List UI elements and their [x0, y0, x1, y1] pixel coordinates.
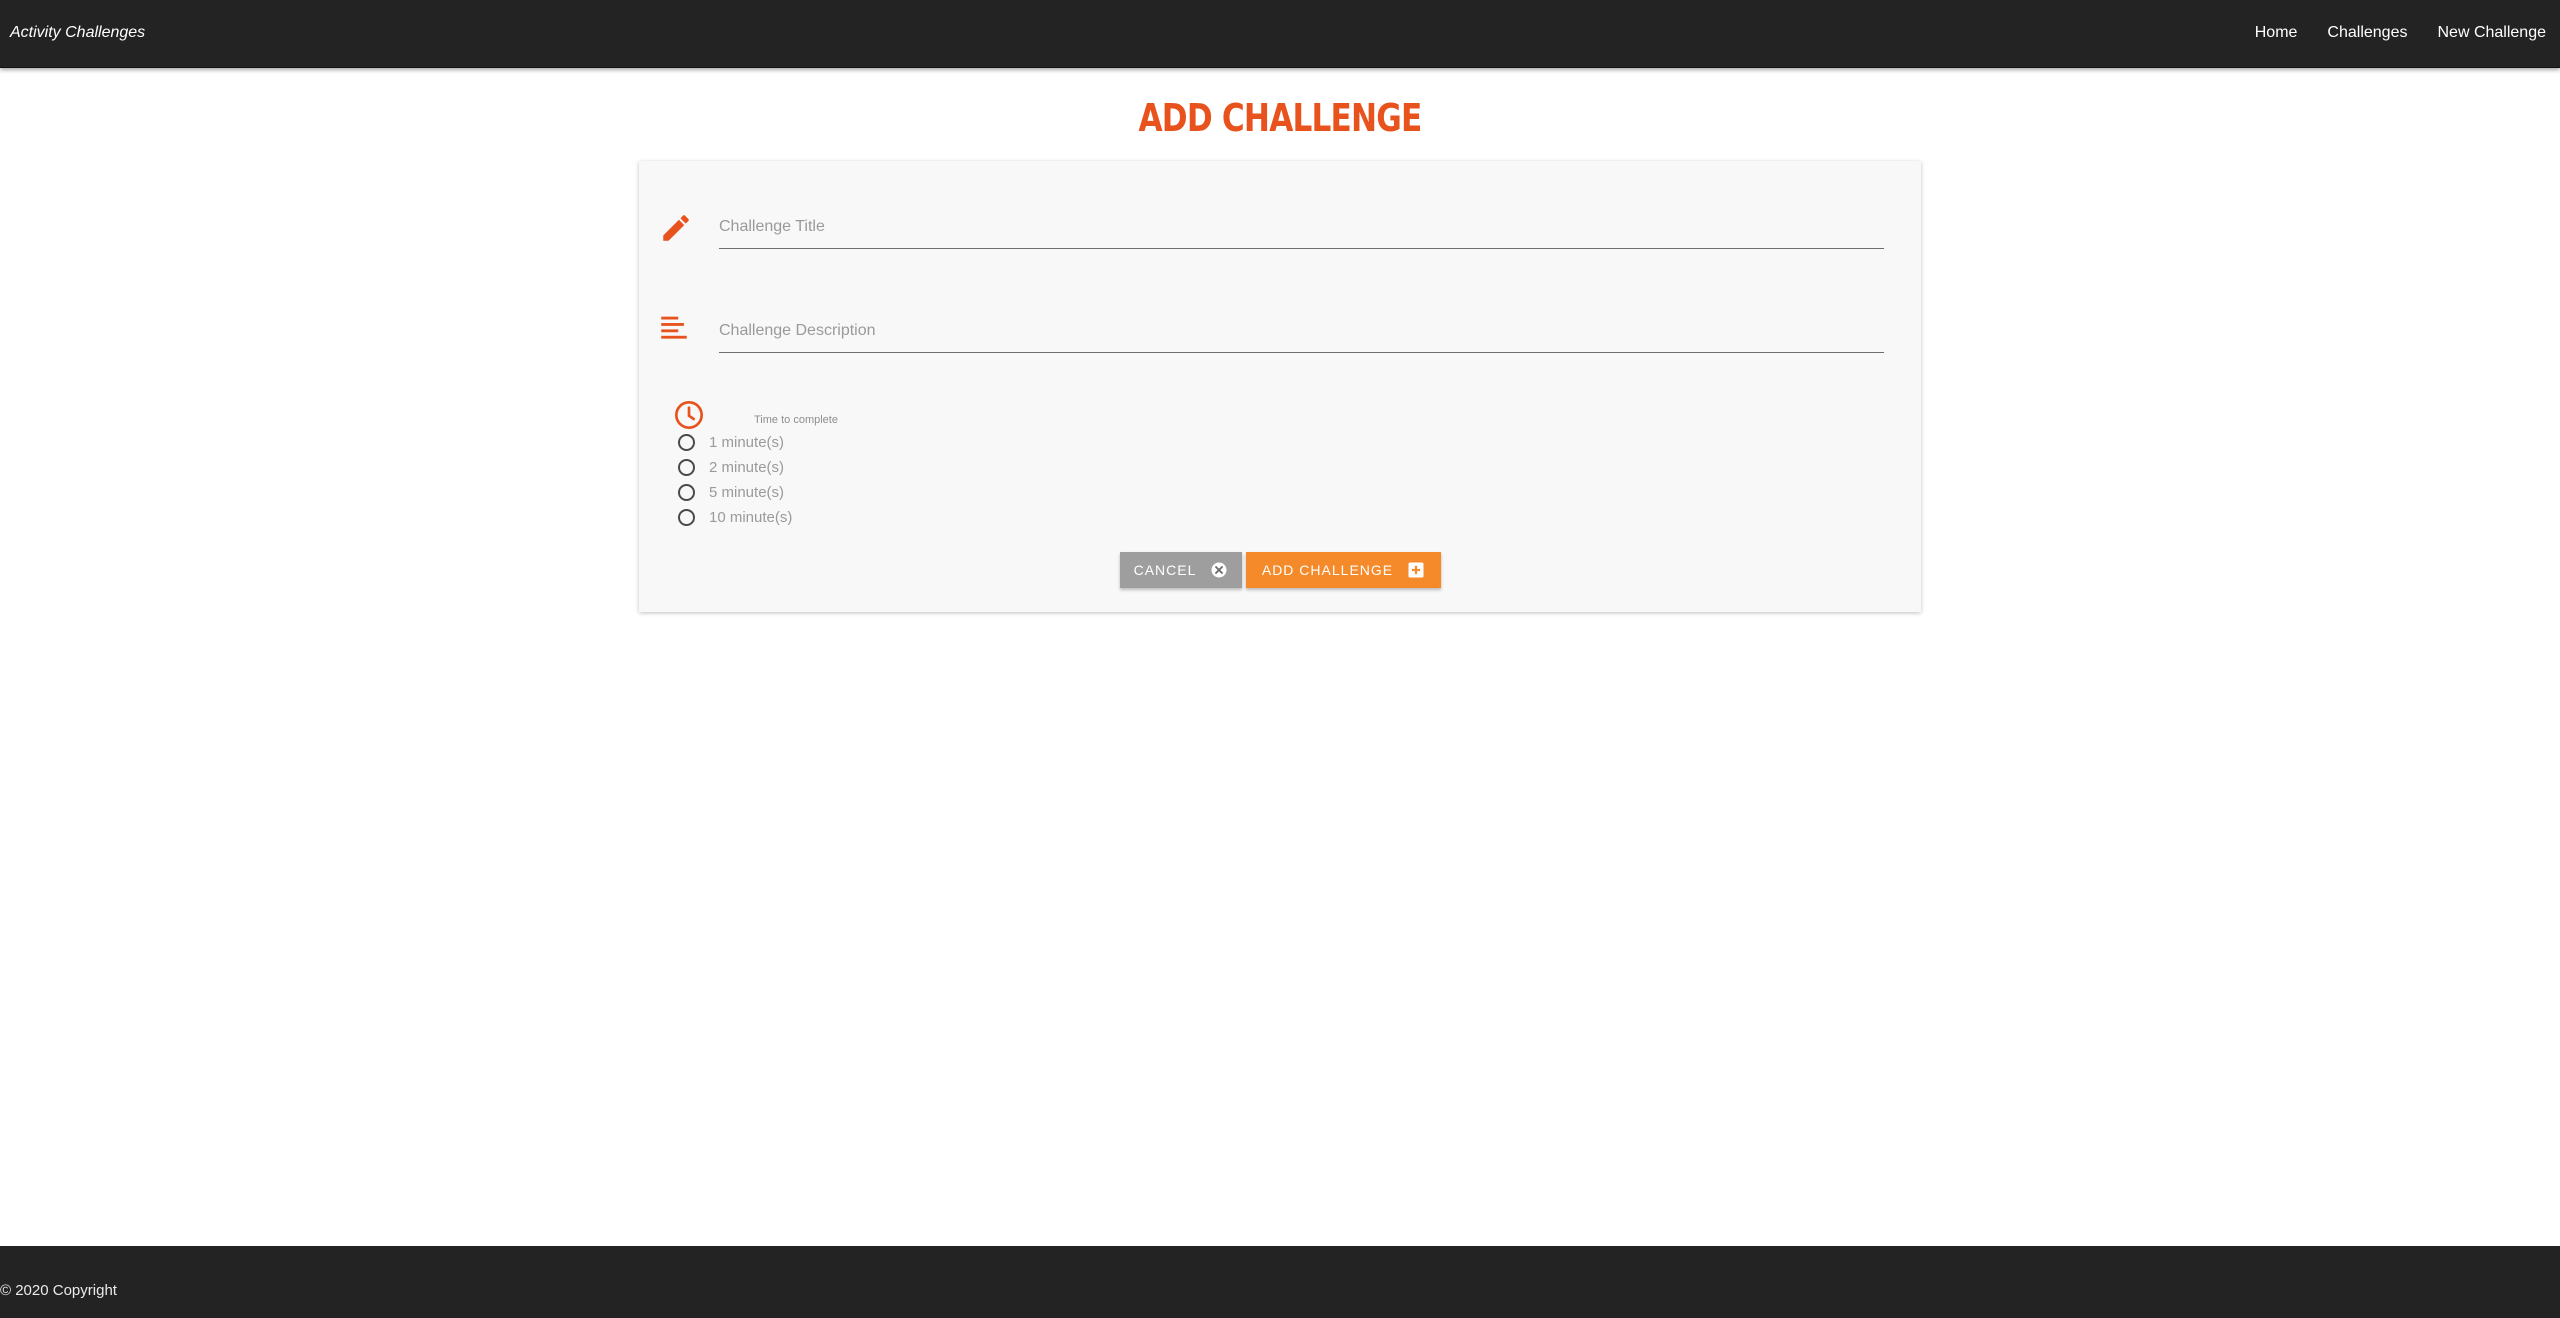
challenge-description-field	[719, 293, 1884, 353]
clock-icon	[673, 399, 707, 433]
time-option-5[interactable]: 5 minute(s)	[678, 484, 784, 501]
page-footer: © 2020 Copyright	[0, 1246, 2560, 1318]
radio-button[interactable]	[678, 459, 695, 476]
close-circle-icon	[1210, 561, 1228, 579]
time-option-10[interactable]: 10 minute(s)	[678, 509, 792, 526]
top-navbar: Activity Challenges Home Challenges New …	[0, 0, 2560, 68]
radio-button[interactable]	[678, 434, 695, 451]
footer-copyright: © 2020 Copyright	[0, 1282, 117, 1299]
add-challenge-button-label: ADD CHALLENGE	[1261, 562, 1394, 578]
nav-link-home[interactable]: Home	[2255, 24, 2298, 42]
add-challenge-form: Time to complete 1 minute(s) 2 minute(s)…	[639, 161, 1921, 612]
time-option-2[interactable]: 2 minute(s)	[678, 459, 784, 476]
cancel-button[interactable]: CANCEL	[1120, 552, 1242, 588]
time-to-complete-label: Time to complete	[754, 414, 838, 426]
challenge-title-field	[719, 189, 1884, 249]
radio-button[interactable]	[678, 484, 695, 501]
brand-title[interactable]: Activity Challenges	[10, 24, 145, 42]
nav-links: Home Challenges New Challenge	[2255, 24, 2546, 42]
add-challenge-button[interactable]: ADD CHALLENGE	[1246, 552, 1441, 588]
radio-label: 1 minute(s)	[709, 434, 785, 451]
radio-label: 10 minute(s)	[709, 509, 793, 526]
radio-label: 2 minute(s)	[709, 459, 785, 476]
cancel-button-label: CANCEL	[1133, 562, 1197, 578]
page-title: ADD CHALLENGE	[1138, 96, 1422, 140]
align-left-icon	[657, 311, 691, 345]
radio-button[interactable]	[678, 509, 695, 526]
challenge-title-input[interactable]	[719, 205, 1884, 249]
time-option-1[interactable]: 1 minute(s)	[678, 434, 784, 451]
radio-label: 5 minute(s)	[709, 484, 785, 501]
nav-link-challenges[interactable]: Challenges	[2327, 24, 2407, 42]
pencil-icon	[659, 211, 693, 245]
challenge-description-input[interactable]	[719, 309, 1884, 353]
nav-link-new-challenge[interactable]: New Challenge	[2437, 24, 2546, 42]
plus-box-icon	[1407, 561, 1425, 579]
